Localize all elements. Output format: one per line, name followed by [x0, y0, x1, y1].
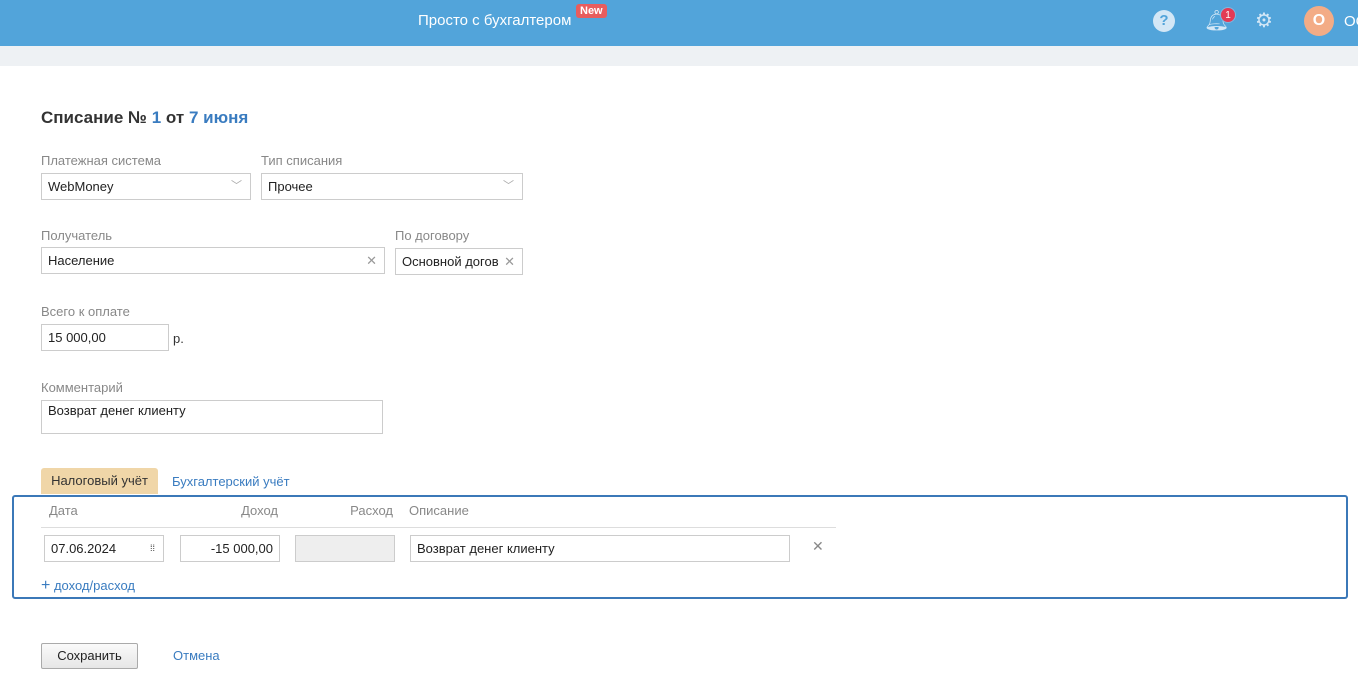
help-icon[interactable]: ?: [1153, 10, 1175, 32]
brand-title[interactable]: Просто с бухгалтером: [418, 12, 571, 29]
clear-icon[interactable]: ✕: [504, 249, 515, 274]
calendar-icon[interactable]: ⁞⁞: [150, 536, 155, 561]
sub-band: [0, 46, 1358, 66]
total-label: Всего к оплате: [41, 304, 130, 319]
contract-value: Основной догов: [402, 254, 499, 269]
payment-system-select[interactable]: WebMoney ﹀: [41, 173, 251, 200]
doc-number[interactable]: 1: [152, 108, 161, 127]
writeoff-type-select[interactable]: Прочее ﹀: [261, 173, 523, 200]
description-input[interactable]: Возврат денег клиенту: [410, 535, 790, 562]
currency-label: р.: [173, 331, 184, 346]
clear-icon[interactable]: ✕: [366, 248, 377, 273]
recipient-value: Население: [48, 253, 115, 268]
new-badge: New: [576, 4, 607, 18]
notification-count: 1: [1220, 7, 1236, 23]
divider: [41, 527, 836, 528]
user-name[interactable]: ОО: [1344, 13, 1358, 30]
tab-tax[interactable]: Налоговый учёт: [41, 468, 158, 494]
top-bar: Просто с бухгалтером New ? 🔔︎ 1 ⚙︎ О ОО: [0, 0, 1358, 46]
title-from: от: [165, 108, 185, 127]
add-entry-link[interactable]: + доход/расход: [41, 577, 135, 595]
total-input[interactable]: 15 000,00: [41, 324, 169, 351]
expense-input[interactable]: [295, 535, 395, 562]
contract-input[interactable]: Основной догов ✕: [395, 248, 523, 275]
recipient-label: Получатель: [41, 228, 113, 243]
date-input[interactable]: 07.06.2024 ⁞⁞: [44, 535, 164, 562]
plus-icon: +: [41, 577, 51, 594]
avatar[interactable]: О: [1304, 6, 1334, 36]
writeoff-type-label: Тип списания: [261, 153, 343, 168]
tab-accounting[interactable]: Бухгалтерский учёт: [172, 474, 290, 489]
payment-system-value: WebMoney: [48, 179, 114, 194]
header-expense: Расход: [350, 503, 393, 518]
recipient-input[interactable]: Население ✕: [41, 247, 385, 274]
save-button[interactable]: Сохранить: [41, 643, 138, 669]
income-input[interactable]: -15 000,00: [180, 535, 280, 562]
page-title: Списание № 1 от 7 июня: [41, 108, 248, 128]
writeoff-type-value: Прочее: [268, 179, 313, 194]
date-value: 07.06.2024: [51, 541, 117, 556]
gear-icon[interactable]: ⚙︎: [1253, 10, 1275, 32]
payment-system-label: Платежная система: [41, 153, 161, 168]
chevron-down-icon: ﹀: [231, 180, 242, 192]
chevron-down-icon: ﹀: [503, 180, 514, 192]
header-income: Доход: [241, 503, 278, 518]
title-prefix: Списание №: [41, 108, 147, 127]
comment-textarea[interactable]: Возврат денег клиенту: [41, 400, 383, 434]
header-description: Описание: [409, 503, 469, 518]
contract-label: По договору: [395, 228, 470, 243]
delete-row-icon[interactable]: ✕: [812, 538, 824, 555]
add-entry-label: доход/расход: [53, 578, 135, 593]
comment-label: Комментарий: [41, 380, 123, 395]
cancel-link[interactable]: Отмена: [173, 648, 220, 663]
doc-date[interactable]: 7 июня: [189, 108, 248, 127]
header-date: Дата: [49, 503, 78, 518]
